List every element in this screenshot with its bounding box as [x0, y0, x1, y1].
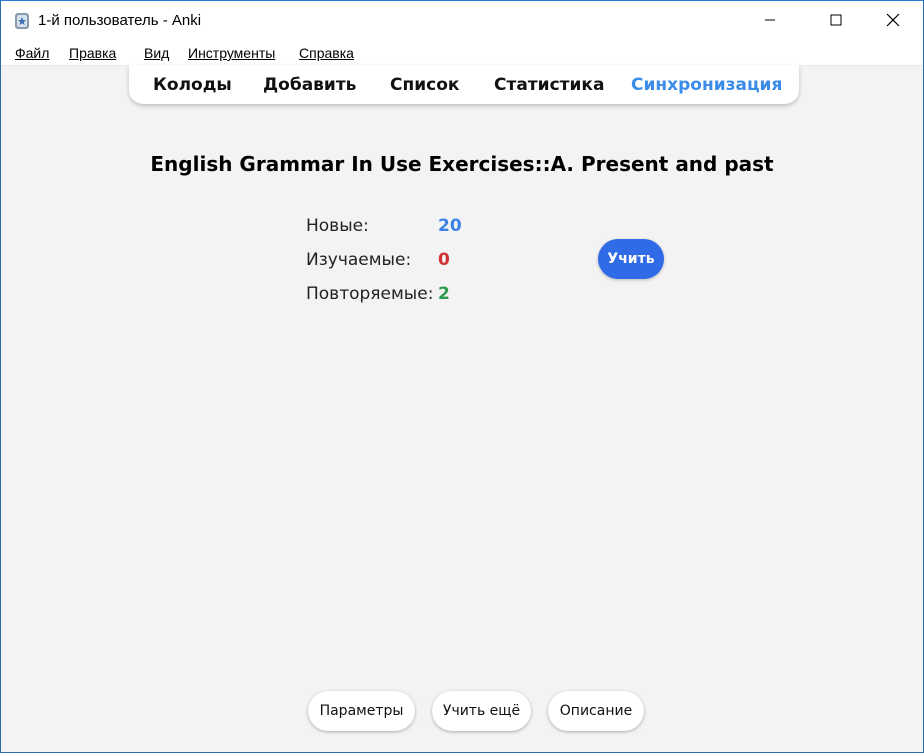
deck-title: English Grammar In Use Exercises::A. Pre…	[150, 152, 774, 176]
menu-help-label: Справка	[299, 45, 354, 61]
options-button[interactable]: Параметры	[308, 691, 415, 731]
menu-help[interactable]: Справка	[299, 45, 354, 61]
custom-study-button[interactable]: Учить ещё	[432, 691, 531, 731]
anki-window: 1-й пользователь - Anki Файл Правка Вид …	[0, 0, 924, 753]
close-icon	[886, 13, 900, 27]
menu-edit-label: Правка	[69, 45, 117, 61]
menu-edit[interactable]: Правка	[69, 45, 116, 61]
review-count-value: 2	[438, 284, 450, 304]
review-count-label: Повторяемые:	[306, 284, 434, 304]
main-toolbar: Колоды Добавить Список Статистика Синхро…	[129, 65, 799, 104]
toolbar-decks-link[interactable]: Колоды	[153, 75, 232, 95]
close-button[interactable]	[870, 1, 916, 39]
menu-tools[interactable]: Инструменты	[188, 45, 275, 61]
description-button[interactable]: Описание	[548, 691, 644, 731]
menu-bar: Файл Правка Вид Инструменты Справка	[1, 39, 923, 66]
window-title: 1-й пользователь - Anki	[38, 12, 202, 29]
minimize-button[interactable]	[747, 1, 793, 39]
maximize-icon	[830, 14, 842, 26]
menu-file-label: Файл	[15, 45, 50, 61]
toolbar-sync-link[interactable]: Синхронизация	[631, 75, 782, 95]
toolbar-browse-link[interactable]: Список	[390, 75, 459, 95]
new-count-value: 20	[438, 216, 462, 236]
toolbar-add-link[interactable]: Добавить	[263, 75, 356, 95]
menu-view-label: Вид	[144, 45, 170, 61]
minimize-icon	[765, 19, 775, 21]
title-bar: 1-й пользователь - Anki	[1, 1, 923, 39]
learning-count-label: Изучаемые:	[306, 250, 412, 270]
toolbar-stats-link[interactable]: Статистика	[494, 75, 604, 95]
new-count-label: Новые:	[306, 216, 369, 236]
menu-file[interactable]: Файл	[15, 45, 49, 61]
maximize-button[interactable]	[813, 1, 859, 39]
anki-icon	[15, 13, 29, 29]
menu-tools-label: Инструменты	[188, 45, 276, 61]
study-now-button[interactable]: Учить	[598, 239, 664, 279]
learning-count-value: 0	[438, 250, 450, 270]
menu-view[interactable]: Вид	[144, 45, 169, 61]
